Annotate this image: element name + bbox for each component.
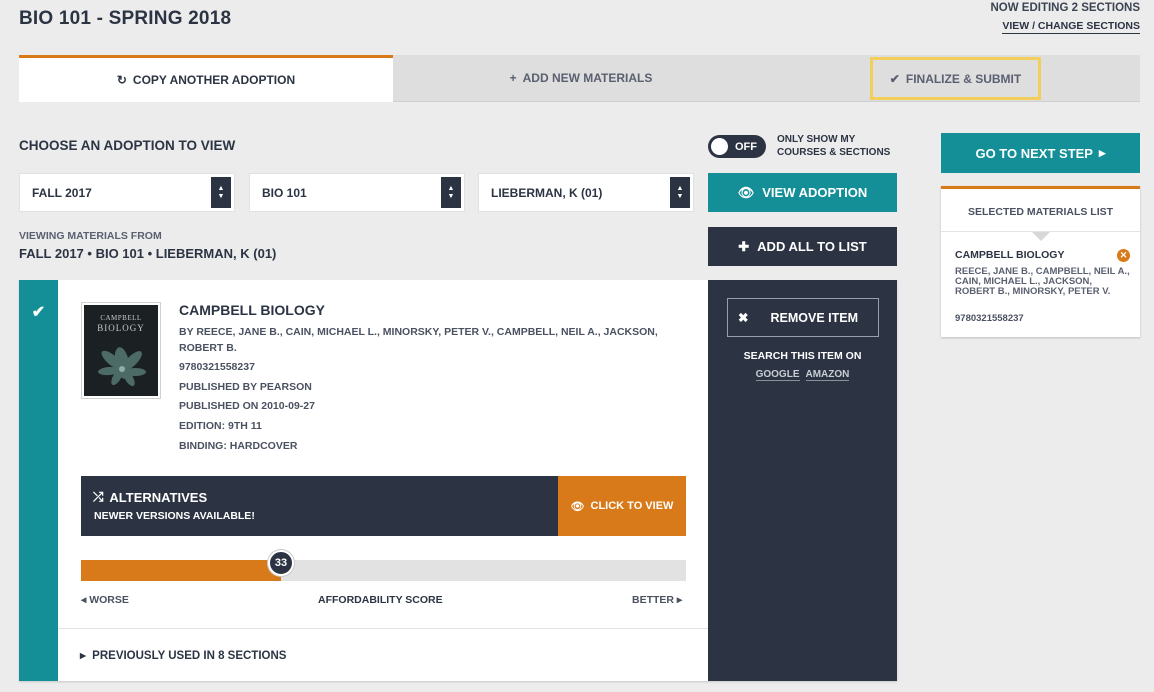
remove-selected-item-icon[interactable]: ✕	[1117, 249, 1130, 262]
selected-item-authors: REECE, JANE B., CAMPBELL, NEIL A., CAIN,…	[955, 266, 1130, 297]
alternatives-title: ALTERNATIVES	[109, 489, 208, 505]
affordability-score-fill	[81, 560, 281, 581]
notch-arrow	[1032, 232, 1050, 241]
check-icon: ✔	[889, 71, 900, 86]
tab-add-materials[interactable]: + ADD NEW MATERIALS	[393, 55, 769, 101]
selected-item-title: CAMPBELL BIOLOGY	[955, 249, 1065, 261]
selected-item-isbn: 9780321558237	[955, 313, 1024, 324]
close-icon: ✖	[738, 311, 749, 325]
viewing-value: FALL 2017 • BIO 101 • LIEBERMAN, K (01)	[19, 246, 277, 261]
previously-used-label: PREVIOUSLY USED IN 8 SECTIONS	[92, 650, 287, 662]
search-google-link[interactable]: GOOGLE	[755, 369, 800, 381]
course-select[interactable]: BIO 101 ▲ ▼	[249, 173, 465, 212]
book-publisher: PUBLISHED BY PEARSON	[179, 381, 312, 393]
tab-copy-adoption[interactable]: ↻ COPY ANOTHER ADOPTION	[19, 55, 393, 102]
selected-materials-panel: SELECTED MATERIALS LIST CAMPBELL BIOLOGY…	[941, 186, 1140, 337]
tab-label: COPY ANOTHER ADOPTION	[132, 73, 296, 87]
select-arrows-icon: ▲ ▼	[211, 177, 231, 208]
book-authors: BY REECE, JANE B., CAIN, MICHAEL L., MIN…	[179, 326, 658, 354]
go-to-next-step-button[interactable]: GO TO NEXT STEP ▸	[941, 133, 1140, 173]
viewing-label: VIEWING MATERIALS FROM	[19, 230, 162, 242]
toggle-state: OFF	[735, 140, 757, 153]
selected-check-icon[interactable]: ✔	[19, 280, 58, 681]
tab-finalize-submit[interactable]: ✔ FINALIZE & SUBMIT	[870, 57, 1041, 100]
view-adoption-button[interactable]: 👁 VIEW ADOPTION	[708, 173, 897, 212]
affordability-score-bar: 33	[81, 550, 686, 581]
caret-right-icon: ▸	[1098, 145, 1106, 160]
section-title: CHOOSE AN ADOPTION TO VIEW	[19, 138, 236, 153]
toggle-label: ONLY SHOW MY COURSES & SECTIONS	[777, 134, 891, 158]
tab-bar: ↻ COPY ANOTHER ADOPTION + ADD NEW MATERI…	[19, 55, 1140, 102]
refresh-icon: ↻	[116, 73, 127, 87]
tab-label: FINALIZE & SUBMIT	[905, 71, 1022, 86]
eye-icon: 👁	[737, 184, 755, 200]
course-select-value: BIO 101	[262, 186, 307, 200]
book-cover: CAMPBELL BIOLOGY	[84, 305, 158, 396]
eye-icon: 👁	[570, 500, 585, 513]
book-cover-image: CAMPBELL BIOLOGY	[81, 302, 161, 399]
click-to-view-label: CLICK TO VIEW	[590, 500, 674, 512]
book-edition: EDITION: 9TH 11	[179, 420, 262, 432]
previously-used-toggle[interactable]: ▸ PREVIOUSLY USED IN 8 SECTIONS	[58, 628, 708, 681]
book-binding: BINDING: HARDCOVER	[179, 440, 298, 452]
remove-item-button[interactable]: ✖ REMOVE ITEM	[727, 298, 879, 337]
add-all-to-list-button[interactable]: ✚ ADD ALL TO LIST	[708, 227, 897, 266]
shuffle-icon: ⤮	[93, 489, 104, 504]
caret-left-icon: ◂	[81, 594, 87, 606]
search-item-label: SEARCH THIS ITEM ON	[743, 350, 862, 362]
page-title: BIO 101 - SPRING 2018	[19, 8, 232, 29]
alternatives-subtitle: NEWER VERSIONS AVAILABLE!	[94, 510, 255, 522]
only-my-courses-toggle[interactable]: OFF	[708, 135, 766, 158]
material-card: ✔ CAMPBELL BIOLOGY CAMPBELL BIOLOGY BY R…	[19, 280, 897, 681]
add-all-label: ADD ALL TO LIST	[757, 239, 867, 254]
affordability-score-label: AFFORDABILITY SCORE	[318, 594, 443, 606]
search-amazon-link[interactable]: AMAZON	[805, 369, 850, 381]
plant-illustration	[98, 347, 146, 387]
instructor-select[interactable]: LIEBERMAN, K (01) ▲ ▼	[478, 173, 694, 212]
toggle-knob	[711, 138, 728, 155]
tab-label: ADD NEW MATERIALS	[522, 71, 653, 85]
score-better-label: BETTER	[632, 594, 674, 606]
plus-icon: +	[509, 71, 517, 85]
change-sections-link[interactable]: VIEW / CHANGE SECTIONS	[1002, 20, 1140, 34]
click-to-view-button[interactable]: 👁 CLICK TO VIEW	[558, 476, 686, 536]
item-actions-panel: ✖ REMOVE ITEM SEARCH THIS ITEM ON GOOGLE…	[708, 280, 897, 681]
caret-right-icon: ▸	[80, 650, 86, 662]
alternatives-bar: ⤮ ALTERNATIVES NEWER VERSIONS AVAILABLE!…	[81, 476, 686, 536]
select-arrows-icon: ▲ ▼	[441, 177, 461, 208]
next-step-label: GO TO NEXT STEP	[975, 145, 1093, 161]
book-published-date: PUBLISHED ON 2010-09-27	[179, 400, 315, 412]
term-select-value: FALL 2017	[32, 186, 92, 200]
book-title: CAMPBELL BIOLOGY	[179, 302, 325, 318]
plus-icon: ✚	[738, 238, 750, 254]
caret-right-icon: ▸	[676, 594, 683, 606]
view-adoption-label: VIEW ADOPTION	[762, 185, 868, 200]
book-isbn: 9780321558237	[179, 361, 255, 373]
editing-note: NOW EDITING 2 SECTIONS	[990, 2, 1140, 14]
term-select[interactable]: FALL 2017 ▲ ▼	[19, 173, 235, 212]
select-arrows-icon: ▲ ▼	[670, 177, 690, 208]
remove-item-label: REMOVE ITEM	[770, 310, 858, 325]
instructor-select-value: LIEBERMAN, K (01)	[491, 186, 603, 200]
selected-materials-header: SELECTED MATERIALS LIST	[967, 206, 1114, 218]
score-worse-label: WORSE	[89, 594, 129, 606]
affordability-score-value: 33	[268, 550, 294, 576]
